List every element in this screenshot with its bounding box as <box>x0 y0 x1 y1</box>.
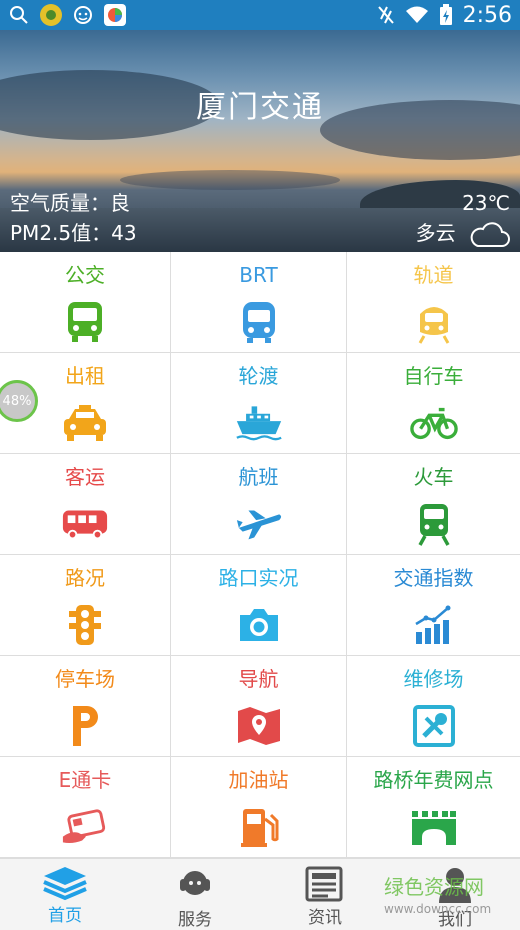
home-layers-icon <box>43 867 87 901</box>
bus-icon <box>61 300 109 344</box>
tab-home[interactable]: 首页 <box>0 859 130 930</box>
pm25-value: PM2.5值：43 <box>10 221 137 245</box>
news-icon <box>305 866 343 902</box>
hero-banner: 厦门交通 空气质量：良 PM2.5值：43 23℃ 多云 <box>0 30 520 252</box>
grid-item-label: 维修场 <box>403 667 464 691</box>
grid-item-label: 轮渡 <box>238 364 279 388</box>
watermark-url: www.downcc.com <box>384 902 492 916</box>
taxi-icon <box>61 401 109 445</box>
app-notification-icon <box>40 4 62 26</box>
temperature: 23℃ <box>462 191 510 215</box>
grid-item-bicycle[interactable]: 自行车 <box>347 353 520 454</box>
grid-item-bridge[interactable]: 路桥年费网点 <box>347 757 520 858</box>
battery-charging-icon <box>439 4 452 25</box>
clock: 2:56 <box>462 2 512 28</box>
status-bar: 2:56 <box>0 0 520 30</box>
bridge-icon <box>410 805 458 849</box>
grid-item-label: 自行车 <box>403 364 464 388</box>
cloud-icon <box>470 221 510 247</box>
grid-item-coach[interactable]: 客运 <box>0 454 171 555</box>
wifi-icon <box>405 6 428 23</box>
train-icon <box>410 502 458 546</box>
search-icon <box>8 4 30 26</box>
grid-item-label: 路口实况 <box>218 566 299 590</box>
parking-icon <box>61 704 109 748</box>
tab-home-label: 首页 <box>48 906 82 926</box>
function-grid: 公交 BRT 轨道出租 轮渡 自行车客运 航班 火车路况 路口实况 交通指数停车场 导航 维修场 E通… <box>0 252 520 858</box>
grid-item-label: 导航 <box>238 667 279 691</box>
mute-icon <box>377 6 394 24</box>
gas-station-icon <box>235 805 283 849</box>
grid-item-label: 航班 <box>238 465 279 489</box>
grid-item-label: 公交 <box>65 263 105 287</box>
chart-icon <box>410 603 458 647</box>
grid-item-gas-station[interactable]: 加油站 <box>171 757 347 858</box>
grid-item-label: 路桥年费网点 <box>373 768 494 792</box>
watermark: 绿色资源网 www.downcc.com <box>384 876 491 920</box>
service-agent-icon <box>180 871 210 895</box>
grid-item-bus[interactable]: 公交 <box>0 252 171 353</box>
coach-icon <box>61 502 109 546</box>
grid-item-label: 出租 <box>65 364 105 388</box>
bicycle-icon <box>409 401 458 445</box>
card-icon <box>61 805 109 849</box>
grid-item-train[interactable]: 火车 <box>347 454 520 555</box>
grid-item-label: 加油站 <box>228 768 289 792</box>
grid-item-label: 客运 <box>65 465 105 489</box>
app-store-icon <box>104 4 126 26</box>
grid-item-airplane[interactable]: 航班 <box>171 454 347 555</box>
tab-service[interactable]: 服务 <box>130 859 260 930</box>
traffic-light-icon <box>61 603 109 647</box>
weather-condition: 多云 <box>415 221 456 245</box>
ferry-icon <box>235 401 283 445</box>
grid-item-label: E通卡 <box>58 768 112 792</box>
grid-item-label: 路况 <box>65 566 105 590</box>
airplane-icon <box>235 502 283 546</box>
grid-item-metro[interactable]: 轨道 <box>347 252 520 353</box>
air-info: 空气质量：良 PM2.5值：43 <box>10 188 137 248</box>
brt-bus-icon <box>235 300 283 344</box>
face-notification-icon <box>72 4 94 26</box>
grid-item-label: 停车场 <box>55 667 115 691</box>
grid-item-label: 交通指数 <box>393 566 474 590</box>
grid-item-label: 轨道 <box>413 263 454 287</box>
weather-info: 23℃ 多云 <box>416 188 510 249</box>
grid-item-chart[interactable]: 交通指数 <box>347 555 520 656</box>
grid-item-label: BRT <box>239 263 278 287</box>
grid-item-tools[interactable]: 维修场 <box>347 656 520 757</box>
tab-service-label: 服务 <box>178 910 212 930</box>
metro-icon <box>410 300 458 344</box>
tab-news[interactable]: 资讯 <box>260 859 390 930</box>
grid-item-label: 火车 <box>413 465 454 489</box>
tab-news-label: 资讯 <box>308 908 342 928</box>
grid-item-card[interactable]: E通卡 <box>0 757 171 858</box>
grid-item-parking[interactable]: 停车场 <box>0 656 171 757</box>
grid-item-ferry[interactable]: 轮渡 <box>171 353 347 454</box>
grid-item-map[interactable]: 导航 <box>171 656 347 757</box>
grid-item-camera[interactable]: 路口实况 <box>171 555 347 656</box>
tools-icon <box>410 704 458 748</box>
air-quality: 空气质量：良 <box>10 191 130 215</box>
camera-icon <box>235 603 283 647</box>
map-icon <box>235 704 283 748</box>
grid-item-traffic-light[interactable]: 路况 <box>0 555 171 656</box>
app-title: 厦门交通 <box>196 90 324 125</box>
grid-item-brt-bus[interactable]: BRT <box>171 252 347 353</box>
watermark-title: 绿色资源网 <box>384 875 484 899</box>
